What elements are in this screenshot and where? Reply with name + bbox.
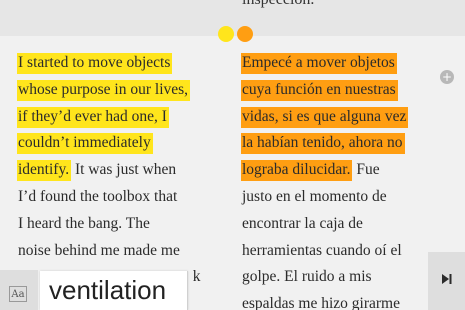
passage-text: I heard the bang. The (18, 214, 150, 232)
text-line: if they’d ever had one, I (17, 104, 201, 131)
highlighted-passage[interactable]: cuya función en nuestras (241, 79, 398, 101)
highlighted-passage[interactable]: I started to move objects (17, 53, 173, 74)
passage-text: espaldas me hizo girarme (242, 295, 400, 310)
skip-to-end-button[interactable] (428, 252, 465, 310)
highlighted-passage[interactable]: whose purpose in our lives, (17, 79, 191, 101)
text-line: la habían tenido, ahora no (241, 130, 408, 157)
spanish-text-column: Empecé a mover objetos cuya función en nu… (241, 50, 409, 310)
text-line: encontrar la caja de (242, 211, 408, 238)
dictionary-lookup-box[interactable]: ventilation (40, 271, 188, 310)
text-line: noise behind me made me (18, 238, 201, 265)
skip-to-end-icon (442, 274, 452, 284)
text-line: cuya función en nuestras (241, 77, 408, 104)
text-line: identify. It was just when (17, 157, 201, 184)
highlighted-passage[interactable]: vidas, si es que alguna vez (241, 106, 409, 128)
passage-text: justo en el momento de (242, 187, 387, 205)
highlighted-passage[interactable]: couldn’t immediately (17, 133, 153, 155)
text-line: herramientas cuando oí el (242, 238, 408, 265)
text-line: Empecé a mover objetos (241, 50, 408, 77)
passage-text: golpe. El ruido a mis (242, 268, 372, 286)
passage-text: It was just when (71, 161, 177, 179)
passage-text: encontrar la caja de (242, 214, 363, 232)
highlighted-passage[interactable]: if they’d ever had one, I (17, 106, 169, 128)
highlighted-passage[interactable]: lograba dilucidar. (241, 160, 353, 182)
lookup-word: ventilation (49, 275, 167, 305)
english-text-column: I started to move objects whose purpose i… (17, 50, 201, 291)
passage-text: noise behind me made me (18, 241, 180, 259)
passage-text: herramientas cuando oí el (242, 241, 402, 259)
add-note-button[interactable]: + (440, 70, 454, 84)
text-line: golpe. El ruido a mis (242, 264, 408, 291)
previous-text-fragment: inspección. (242, 0, 314, 9)
text-line: couldn’t immediately (17, 130, 201, 157)
highlighted-passage[interactable]: identify. (17, 160, 72, 182)
plus-icon: + (441, 70, 453, 84)
highlighted-passage[interactable]: Empecé a mover objetos (241, 53, 397, 74)
text-line: I’d found the toolbox that (18, 184, 201, 211)
text-line: justo en el momento de (242, 184, 408, 211)
text-line: I heard the bang. The (18, 211, 201, 238)
font-settings-button[interactable]: Aa (9, 286, 27, 302)
passage-text: Fue (352, 161, 380, 179)
text-line: I started to move objects (17, 50, 201, 77)
text-line: espaldas me hizo girarme (242, 291, 408, 310)
yellow-highlight-marker[interactable] (218, 26, 234, 42)
orange-highlight-marker[interactable] (237, 26, 253, 42)
text-line: vidas, si es que alguna vez (241, 104, 409, 131)
highlighted-passage[interactable]: la habían tenido, ahora no (241, 133, 405, 155)
passage-text: I’d found the toolbox that (18, 187, 178, 205)
text-line: whose purpose in our lives, (17, 77, 201, 104)
bilingual-reader: inspección. I started to move objects who… (0, 0, 465, 310)
text-line: lograba dilucidar. Fue (241, 157, 408, 184)
